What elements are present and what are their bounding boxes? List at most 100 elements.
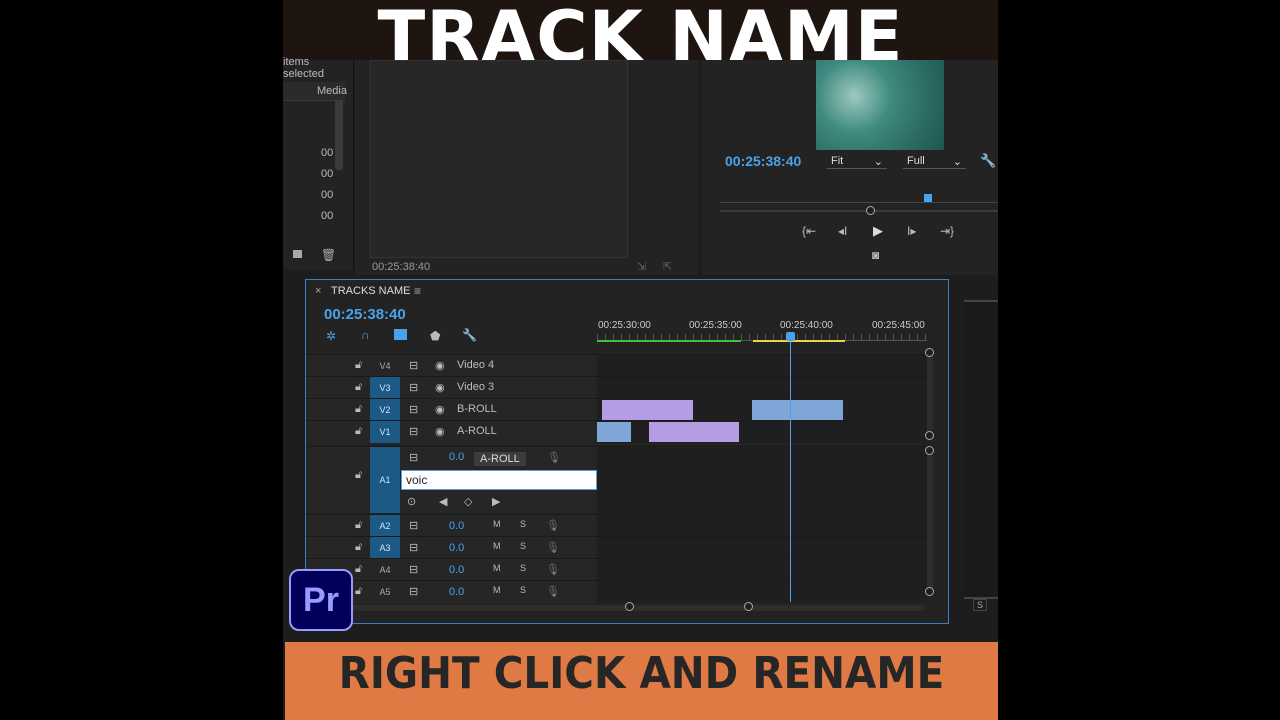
track-row-v3[interactable]: 🔓︎ V3 ⊟ ◉ Video 3 — [306, 376, 927, 399]
play-icon[interactable]: ▶ — [873, 223, 883, 239]
quality-dropdown[interactable]: Full ⌄ — [903, 155, 966, 169]
track-row-a2[interactable]: 🔓︎ A2 ⊟ 0.0 M S 🎙︎ — [306, 514, 927, 537]
track-header[interactable]: 🔓︎ V3 ⊟ ◉ Video 3 — [306, 377, 596, 399]
solo-button[interactable]: S — [520, 519, 526, 529]
lock-icon[interactable]: 🔓︎ — [355, 519, 362, 532]
track-volume[interactable]: 0.0 — [449, 542, 464, 554]
track-header[interactable]: 🔓︎ A3 ⊟ 0.0 M S 🎙︎ — [306, 537, 596, 559]
program-timecode[interactable]: 00:25:38:40 — [725, 153, 801, 169]
video-clip[interactable] — [602, 400, 693, 420]
track-row-a1[interactable]: 🔓︎ A1 ⊟ 0.0 A-ROLL 🎙︎ ⊙ ◀ ◇ ▶ — [306, 446, 927, 513]
microphone-icon[interactable]: 🎙︎ — [546, 563, 560, 576]
project-row[interactable]: 00 — [321, 189, 333, 201]
solo-button[interactable]: S — [520, 563, 526, 573]
track-lane[interactable] — [597, 421, 927, 443]
scroll-handle[interactable] — [925, 587, 934, 596]
zoom-handle-left[interactable] — [625, 602, 634, 611]
keyframe-settings-icon[interactable]: ⊙ — [407, 495, 416, 508]
track-row-v2[interactable]: 🔓︎ V2 ⊟ ◉ B-ROLL — [306, 398, 927, 421]
video-track-scrollbar[interactable] — [927, 352, 933, 436]
nest-icon[interactable]: ✲ — [326, 329, 336, 343]
timeline-tab[interactable]: TRACKS NAME — [331, 285, 410, 297]
prev-keyframe-icon[interactable]: ◀ — [439, 495, 447, 508]
camera-icon[interactable]: ◙ — [872, 248, 879, 262]
sync-icon[interactable]: ⊟ — [409, 451, 418, 464]
horizontal-zoom-scrollbar[interactable] — [346, 605, 924, 611]
lock-icon[interactable]: 🔓︎ — [355, 585, 362, 598]
sync-icon[interactable]: ⊟ — [409, 563, 418, 576]
lock-icon[interactable]: 🔓︎ — [355, 381, 362, 394]
sync-icon[interactable]: ⊟ — [409, 541, 418, 554]
microphone-icon[interactable]: 🎙︎ — [546, 585, 560, 598]
mute-button[interactable]: M — [493, 585, 501, 595]
trash-icon[interactable]: 🗑 — [321, 248, 336, 262]
close-tab-icon[interactable]: × — [315, 285, 321, 297]
video-clip[interactable] — [752, 400, 843, 420]
track-header[interactable]: 🔓︎ V2 ⊟ ◉ B-ROLL — [306, 399, 596, 421]
track-header[interactable]: 🔓︎ A1 ⊟ 0.0 A-ROLL 🎙︎ ⊙ ◀ ◇ ▶ — [306, 447, 597, 513]
lock-icon[interactable]: 🔓︎ — [355, 469, 362, 482]
track-lane[interactable] — [597, 581, 927, 603]
track-volume[interactable]: 0.0 — [449, 564, 464, 576]
track-tag[interactable]: A2 — [370, 515, 400, 537]
project-column-header[interactable]: Media — [283, 82, 347, 101]
track-tag[interactable]: V3 — [370, 377, 400, 399]
timeline-playhead-line[interactable] — [790, 340, 791, 602]
track-volume[interactable]: 0.0 — [449, 586, 464, 598]
go-to-in-icon[interactable]: {⇤ — [802, 224, 816, 238]
project-row[interactable]: 00 — [321, 147, 333, 159]
eye-icon[interactable]: ◉ — [435, 425, 445, 438]
track-tag[interactable]: A3 — [370, 537, 400, 559]
track-header[interactable]: 🔓︎ V1 ⊟ ◉ A-ROLL — [306, 421, 596, 443]
program-ruler[interactable] — [720, 202, 998, 203]
marker-icon[interactable]: ⬟ — [430, 329, 440, 343]
track-row-v1[interactable]: 🔓︎ V1 ⊟ ◉ A-ROLL — [306, 420, 927, 443]
overwrite-icon[interactable]: ⇱ — [663, 260, 672, 273]
track-lane[interactable] — [597, 559, 927, 581]
solo-button[interactable]: S — [520, 541, 526, 551]
timeline-timecode[interactable]: 00:25:38:40 — [324, 306, 406, 323]
track-row-a4[interactable]: 🔓︎ A4 ⊟ 0.0 M S 🎙︎ — [306, 558, 927, 581]
scroll-handle[interactable] — [925, 431, 934, 440]
step-forward-icon[interactable]: I▸ — [907, 224, 916, 238]
mute-button[interactable]: M — [493, 541, 501, 551]
solo-button[interactable]: S — [973, 599, 988, 611]
scroll-handle[interactable] — [925, 348, 934, 357]
lock-icon[interactable]: 🔓︎ — [355, 403, 362, 416]
go-to-out-icon[interactable]: ⇥} — [940, 224, 954, 238]
video-clip[interactable] — [597, 422, 631, 442]
mute-button[interactable]: M — [493, 519, 501, 529]
lock-icon[interactable]: 🔓︎ — [355, 359, 362, 372]
eye-icon[interactable]: ◉ — [435, 359, 445, 372]
track-lane[interactable] — [597, 515, 927, 537]
track-name[interactable]: A-ROLL — [457, 425, 497, 437]
track-tag[interactable]: V1 — [370, 421, 400, 443]
insert-icon[interactable]: ⇲ — [637, 260, 646, 273]
track-row-a3[interactable]: 🔓︎ A3 ⊟ 0.0 M S 🎙︎ — [306, 536, 927, 559]
sync-icon[interactable]: ⊟ — [409, 381, 418, 394]
track-lane[interactable] — [597, 447, 927, 513]
fit-dropdown[interactable]: Fit ⌄ — [827, 155, 887, 169]
project-row[interactable]: 00 — [321, 210, 333, 222]
track-lane[interactable] — [597, 399, 927, 421]
track-name[interactable]: Video 3 — [457, 381, 494, 393]
zoom-bar[interactable] — [720, 210, 998, 212]
menu-icon[interactable]: ≡ — [414, 284, 421, 298]
track-tag[interactable]: A5 — [370, 581, 400, 603]
track-header[interactable]: 🔓︎ A2 ⊟ 0.0 M S 🎙︎ — [306, 515, 596, 537]
microphone-icon[interactable]: 🎙︎ — [546, 519, 560, 532]
track-tag[interactable]: A4 — [370, 559, 400, 581]
zoom-handle-right[interactable] — [744, 602, 753, 611]
solo-button[interactable]: S — [520, 585, 526, 595]
track-header[interactable]: 🔓︎ V4 ⊟ ◉ Video 4 — [306, 355, 596, 377]
eye-icon[interactable]: ◉ — [435, 403, 445, 416]
project-scrollbar[interactable] — [335, 100, 343, 170]
wrench-icon[interactable]: 🔧 — [980, 153, 996, 169]
microphone-icon[interactable]: 🎙︎ — [547, 451, 561, 464]
mute-button[interactable]: M — [493, 563, 501, 573]
track-lane[interactable] — [597, 355, 927, 377]
lock-icon[interactable]: 🔓︎ — [355, 563, 362, 576]
playhead-marker[interactable] — [924, 194, 932, 202]
zoom-handle[interactable] — [866, 206, 875, 215]
sync-icon[interactable]: ⊟ — [409, 403, 418, 416]
